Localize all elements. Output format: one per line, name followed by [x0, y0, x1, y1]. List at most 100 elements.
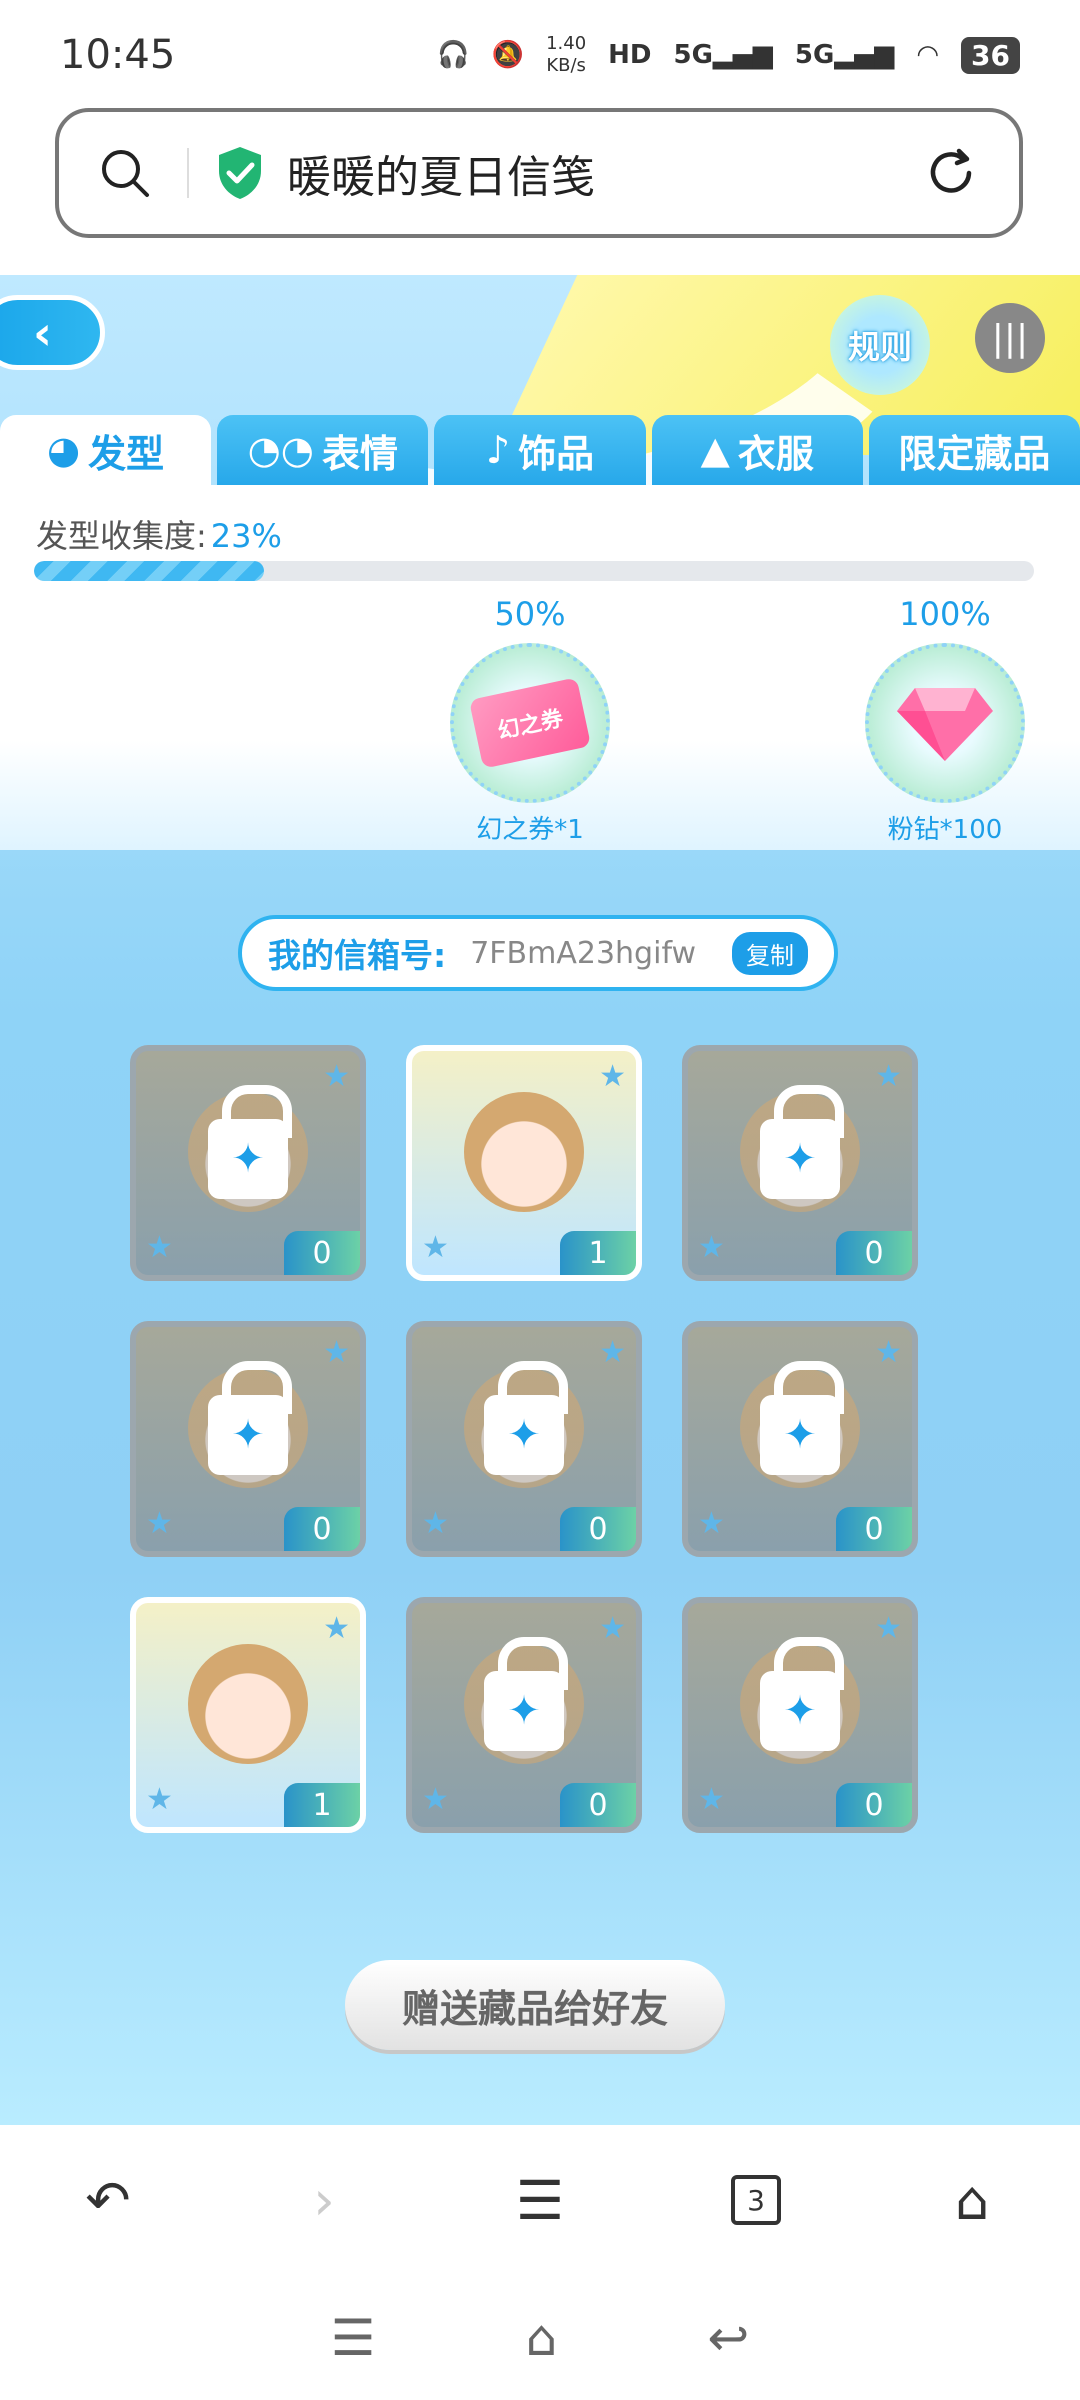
star-icon: ★: [323, 1611, 350, 1646]
gift-to-friend-button[interactable]: 赠送藏品给好友: [345, 1960, 725, 2050]
signal-icon: 5G▂▄▆: [673, 40, 773, 70]
tab-accessory[interactable]: ♪ 饰品: [434, 415, 646, 485]
reward-100[interactable]: 100% 粉钻*100: [855, 595, 1035, 846]
star-icon: ★: [599, 1059, 626, 1094]
star-icon: ★: [875, 1059, 902, 1094]
item-count: 0: [560, 1507, 636, 1551]
home-icon[interactable]: ⌂: [932, 2160, 1012, 2240]
reward-50[interactable]: 50% 幻之券 幻之券*1: [440, 595, 620, 846]
tab-count: 3: [731, 2175, 781, 2225]
pink-diamond-icon: [897, 688, 993, 761]
progress-fill: [34, 561, 264, 581]
hairstyle-item[interactable]: ★ ★ ✦ 0: [406, 1597, 642, 1833]
star-icon: ★: [422, 1782, 449, 1817]
mailbox-id: 我的信箱号: 7FBmA23hgifw 复制: [238, 915, 838, 991]
sound-button[interactable]: |||: [975, 303, 1045, 373]
tabs-button[interactable]: 3: [716, 2160, 796, 2240]
hairstyle-item[interactable]: ★ ★ ✦ 0: [130, 1321, 366, 1557]
clothes-icon: ▲: [700, 428, 730, 472]
item-count: 0: [836, 1231, 912, 1275]
system-home-icon[interactable]: ⌂: [526, 2309, 558, 2367]
lock-icon: ✦: [760, 1636, 844, 1751]
hd-icon: HD: [608, 40, 652, 70]
tab-limited[interactable]: 限定藏品: [868, 415, 1080, 485]
lock-icon: ✦: [760, 1084, 844, 1199]
star-icon: ★: [146, 1506, 173, 1541]
page-title: 暖暖的夏日信笺: [287, 152, 595, 203]
hairstyle-grid: ★ ★ ✦ 0 ★ ★ 1 ★ ★ ✦ 0 ★ ★ ✦ 0 ★ ★ ✦ 0 ★ ★ ✦ 0 ★ ★ 1 ★ ★ ✦ 0 ★ ★ ✦ 0: [130, 1045, 920, 1833]
search-icon[interactable]: [99, 147, 151, 199]
star-icon: ★: [698, 1230, 725, 1265]
collection-panel: 发型收集度: 23% 50% 幻之券 幻之券*1 100% 粉钻*100: [0, 485, 1080, 850]
item-count: 0: [284, 1231, 360, 1275]
menu-icon[interactable]: ☰: [500, 2160, 580, 2240]
status-bar: 10:45 🎧 🔕 1.40 KB/s HD 5G▂▄▆ 5G▂▄▆ ◠ 36: [0, 0, 1080, 110]
signal-icon-2: 5G▂▄▆: [794, 40, 895, 70]
collection-percent: 23%: [210, 517, 282, 555]
star-icon: ★: [875, 1611, 902, 1646]
status-icons: 🎧 🔕 1.40 KB/s HD 5G▂▄▆ 5G▂▄▆ ◠ 36: [437, 33, 1020, 77]
ticket-icon: 幻之券: [468, 677, 592, 769]
mask-icon: ◔◔: [247, 428, 314, 472]
hairstyle-item[interactable]: ★ ★ ✦ 0: [682, 1045, 918, 1281]
character-portrait: [464, 1091, 584, 1212]
character-portrait: [188, 1643, 308, 1764]
item-count: 1: [560, 1231, 636, 1275]
lock-icon: ✦: [760, 1360, 844, 1475]
star-icon: ★: [323, 1059, 350, 1094]
star-icon: ★: [599, 1611, 626, 1646]
copy-button[interactable]: 复制: [732, 931, 808, 975]
headphones-icon: 🎧: [437, 40, 470, 70]
address-bar[interactable]: 暖暖的夏日信笺: [55, 108, 1023, 238]
tab-expression[interactable]: ◔◔ 表情: [217, 415, 429, 485]
back-arrow-icon[interactable]: ↶: [68, 2160, 148, 2240]
star-icon: ★: [698, 1782, 725, 1817]
hair-icon: ◕: [47, 428, 81, 472]
sound-wave-icon: |||: [991, 317, 1029, 359]
tab-clothes[interactable]: ▲ 衣服: [651, 415, 863, 485]
tab-hair[interactable]: ◕ 发型: [0, 415, 212, 485]
rules-button[interactable]: 规则: [830, 295, 930, 395]
refresh-icon[interactable]: [923, 145, 979, 201]
reward-ticket-circle: 幻之券: [450, 643, 610, 803]
star-icon: ★: [599, 1335, 626, 1370]
status-time: 10:45: [60, 32, 176, 78]
hairstyle-item[interactable]: ★ ★ ✦ 0: [682, 1597, 918, 1833]
lock-icon: ✦: [208, 1360, 292, 1475]
hairstyle-item[interactable]: ★ ★ 1: [130, 1597, 366, 1833]
back-button[interactable]: ‹: [0, 295, 105, 370]
lock-icon: ✦: [484, 1636, 568, 1751]
recent-apps-icon[interactable]: ☰: [331, 2309, 376, 2367]
mailbox-code: 7FBmA23hgifw: [470, 935, 697, 971]
star-icon: ★: [146, 1782, 173, 1817]
item-count: 0: [836, 1507, 912, 1551]
item-count: 0: [560, 1783, 636, 1827]
mute-icon: 🔕: [491, 40, 525, 70]
lock-icon: ✦: [484, 1360, 568, 1475]
star-icon: ★: [422, 1506, 449, 1541]
chevron-left-icon: ‹: [33, 305, 52, 360]
item-count: 0: [284, 1507, 360, 1551]
item-count: 1: [284, 1783, 360, 1827]
hairstyle-item[interactable]: ★ ★ ✦ 0: [406, 1321, 642, 1557]
system-back-icon[interactable]: ↩: [707, 2309, 749, 2367]
star-icon: ★: [323, 1335, 350, 1370]
collection-progress-bar: [34, 561, 1034, 581]
shield-icon: [219, 147, 261, 199]
hairstyle-item[interactable]: ★ ★ ✦ 0: [130, 1045, 366, 1281]
star-icon: ★: [146, 1230, 173, 1265]
browser-nav-bar: ↶ › ☰ 3 ⌂: [0, 2125, 1080, 2275]
hairstyle-item[interactable]: ★ ★ 1: [406, 1045, 642, 1281]
category-tabs: ◕ 发型 ◔◔ 表情 ♪ 饰品 ▲ 衣服 限定藏品: [0, 415, 1080, 485]
star-icon: ★: [422, 1230, 449, 1265]
game-area: ‹ 规则 ||| ◕ 发型 ◔◔ 表情 ♪ 饰品 ▲ 衣服 限定藏品 发型收集度…: [0, 275, 1080, 2125]
collection-label: 发型收集度: 23%: [36, 517, 282, 555]
star-icon: ★: [875, 1335, 902, 1370]
item-count: 0: [836, 1783, 912, 1827]
hairstyle-item[interactable]: ★ ★ ✦ 0: [682, 1321, 918, 1557]
reward-diamond-circle: [865, 643, 1025, 803]
accessory-icon: ♪: [485, 428, 511, 472]
forward-arrow-icon[interactable]: ›: [284, 2160, 364, 2240]
system-nav-bar: ☰ ⌂ ↩: [0, 2275, 1080, 2400]
wifi-icon: ◠: [916, 40, 940, 70]
